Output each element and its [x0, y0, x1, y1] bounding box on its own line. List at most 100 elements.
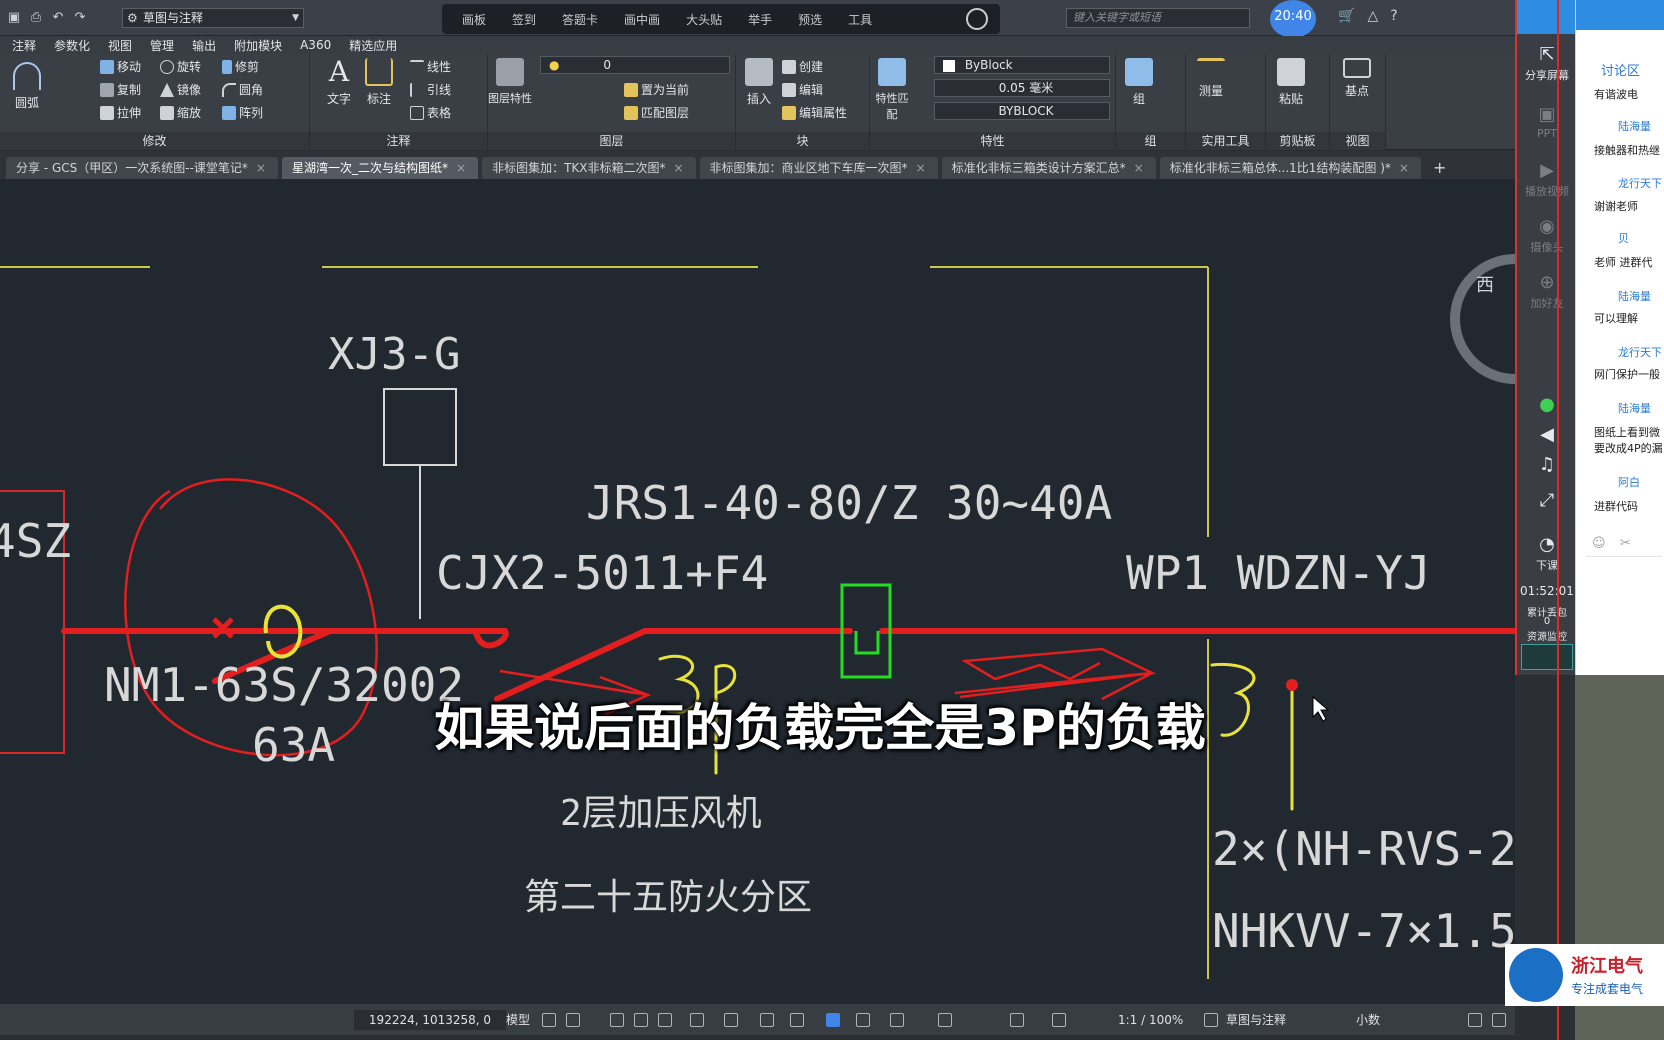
arc-button[interactable]: 圆弧 — [10, 62, 44, 111]
search-input[interactable]: 键入关键字或短语 — [1066, 8, 1250, 28]
layer-select[interactable]: ● 0 — [540, 56, 730, 74]
microphone-button[interactable]: ● — [1517, 394, 1577, 417]
scale-button[interactable]: 缩放 — [160, 104, 201, 121]
speaker-button[interactable]: ◀ — [1517, 424, 1577, 447]
insert-button[interactable]: 插入 — [742, 58, 776, 107]
layer-properties-button[interactable]: 图层特性 — [488, 58, 532, 106]
menu-parametric[interactable]: 参数化 — [46, 37, 100, 54]
snap-icon[interactable] — [566, 1013, 580, 1027]
ribbon-group-title[interactable]: 块 — [736, 132, 869, 150]
power-icon[interactable] — [966, 8, 988, 30]
ppt-button[interactable]: ▣ PPT — [1517, 104, 1577, 140]
mirror-button[interactable]: 镜像 — [160, 81, 201, 98]
lineweight-select[interactable]: 0.05 毫米 — [934, 79, 1110, 97]
fullscreen-icon[interactable] — [1468, 1013, 1482, 1027]
file-tab[interactable]: 非标图集加：TKX非标箱二次图* × — [482, 157, 696, 179]
add-friend-button[interactable]: ⊕ 加好友 — [1517, 272, 1577, 311]
chat-input[interactable] — [1586, 556, 1662, 636]
share-tool-pip[interactable]: 画中画 — [614, 11, 676, 28]
leader-button[interactable]: 引线 — [410, 81, 451, 98]
polar-icon[interactable] — [634, 1013, 648, 1027]
exchange-icon[interactable]: △ — [1367, 8, 1378, 24]
selection-cycle-icon[interactable] — [826, 1013, 840, 1027]
fillet-button[interactable]: 圆角 — [222, 81, 263, 98]
ribbon-group-title[interactable]: 视图 — [1330, 132, 1385, 150]
file-tab[interactable]: 非标图集加：商业区地下车库一次图* × — [699, 157, 938, 179]
paste-button[interactable]: 粘贴 — [1274, 58, 1308, 107]
share-tool-checkin[interactable]: 签到 — [502, 11, 552, 28]
dyn-icon[interactable] — [724, 1013, 738, 1027]
file-tab-active[interactable]: 星湖湾一次_二次与结构图纸* × — [281, 157, 479, 179]
table-button[interactable]: 表格 — [410, 104, 451, 121]
scissors-icon[interactable]: ✂ — [1620, 536, 1631, 551]
gizmo-icon[interactable] — [938, 1013, 952, 1027]
close-icon[interactable]: × — [1399, 161, 1409, 175]
end-class-button[interactable]: ◔ 下课 — [1517, 534, 1577, 573]
ribbon-group-title[interactable]: 注释 — [310, 132, 487, 150]
emoji-icon[interactable]: ☺ — [1592, 536, 1606, 551]
text-button[interactable]: A 文字 — [322, 58, 356, 107]
color-select[interactable]: ByBlock — [934, 56, 1110, 74]
annotation-scale-icon[interactable] — [1052, 1013, 1066, 1027]
set-current-button[interactable]: 置为当前 — [624, 81, 689, 98]
close-icon[interactable]: × — [1134, 161, 1144, 175]
units-select[interactable]: 小数 — [1356, 1010, 1380, 1030]
share-tool-tools[interactable]: 工具 — [838, 11, 888, 28]
menu-output[interactable]: 输出 — [184, 37, 226, 54]
ribbon-group-title[interactable]: 剪贴板 — [1266, 132, 1329, 150]
gear-icon[interactable] — [1204, 1013, 1218, 1027]
menu-a360[interactable]: A360 — [292, 38, 341, 52]
close-icon[interactable]: × — [916, 161, 926, 175]
ucs-icon[interactable] — [890, 1013, 904, 1027]
close-icon[interactable]: × — [673, 161, 683, 175]
close-icon[interactable]: × — [256, 161, 266, 175]
scale-select[interactable]: 1:1 / 100% — [1118, 1010, 1183, 1030]
menu-featured[interactable]: 精选应用 — [341, 37, 407, 54]
camera-button[interactable]: ◉ 摄像头 — [1517, 216, 1577, 255]
ortho-icon[interactable] — [610, 1013, 624, 1027]
menu-view[interactable]: 视图 — [100, 37, 142, 54]
redo-icon[interactable]: ↷ — [72, 10, 88, 26]
copy-button[interactable]: 复制 — [100, 81, 141, 98]
linear-button[interactable]: 线性 — [410, 58, 451, 75]
file-tab[interactable]: 标准化非标三箱总体...1比1结构装配图 )* × — [1159, 157, 1421, 179]
close-icon[interactable]: × — [456, 161, 466, 175]
undo-icon[interactable]: ↶ — [50, 10, 66, 26]
music-button[interactable]: ♫ — [1517, 454, 1577, 477]
menu-addins[interactable]: 附加模块 — [226, 37, 292, 54]
share-screen-button[interactable]: ⇱ 分享屏幕 — [1517, 44, 1577, 83]
customize-icon[interactable] — [1492, 1013, 1506, 1027]
share-tool-preselect[interactable]: 预选 — [788, 11, 838, 28]
lineweight-toggle-icon[interactable] — [760, 1013, 774, 1027]
edit-block-button[interactable]: 编辑 — [782, 81, 823, 98]
workspace-status[interactable]: 草图与注释 — [1226, 1010, 1286, 1030]
share-tool-quiz[interactable]: 答题卡 — [552, 11, 614, 28]
annotation-visibility-icon[interactable] — [1010, 1013, 1024, 1027]
rotate-button[interactable]: 旋转 — [160, 58, 201, 75]
menu-manage[interactable]: 管理 — [142, 37, 184, 54]
transparency-icon[interactable] — [790, 1013, 804, 1027]
save-icon[interactable]: ▣ — [6, 10, 22, 26]
file-tab[interactable]: 标准化非标三箱类设计方案汇总* × — [941, 157, 1156, 179]
match-layer-button[interactable]: 匹配图层 — [624, 104, 689, 121]
linetype-select[interactable]: BYBLOCK — [934, 102, 1110, 120]
ribbon-group-title[interactable]: 图层 — [488, 132, 735, 150]
share-tool-avatar[interactable]: 大头贴 — [676, 11, 738, 28]
otrack-icon[interactable] — [690, 1013, 704, 1027]
group-button[interactable]: 组 — [1122, 58, 1156, 107]
stretch-button[interactable]: 拉伸 — [100, 104, 141, 121]
model-space-button[interactable]: 模型 — [506, 1010, 530, 1030]
expand-button[interactable]: ⤢ — [1517, 490, 1577, 513]
osnap-icon[interactable] — [658, 1013, 672, 1027]
array-button[interactable]: 阵列 — [222, 104, 263, 121]
drawing-canvas[interactable]: 西 XJ3-G JRS1-40-80/Z 30~40A CJX2-5011+F4… — [0, 179, 1515, 1003]
base-point-button[interactable]: 基点 — [1340, 58, 1374, 99]
help-icon[interactable]: ? — [1390, 8, 1397, 24]
workspace-select[interactable]: ⚙ 草图与注释 ▼ — [122, 8, 304, 28]
new-tab-button[interactable]: + — [1425, 157, 1454, 179]
print-icon[interactable]: ⎙ — [28, 10, 44, 26]
edit-attr-button[interactable]: 编辑属性 — [782, 104, 847, 121]
ribbon-group-title[interactable]: 特性 — [870, 132, 1115, 150]
play-video-button[interactable]: ▶ 播放视频 — [1517, 160, 1577, 199]
share-tool-raise-hand[interactable]: 举手 — [738, 11, 788, 28]
